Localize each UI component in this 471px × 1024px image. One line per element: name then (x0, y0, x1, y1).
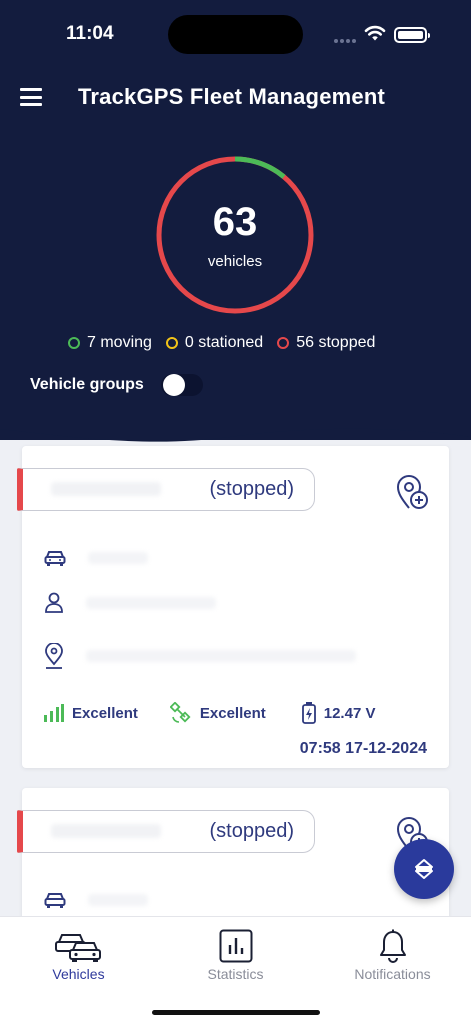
legend-stopped: 56 stopped (277, 334, 375, 352)
dashboard-header: 11:04 TrackGPS Fleet Management 63 vehic… (0, 0, 471, 440)
status-legend: 7 moving 0 stationed 56 stopped (68, 334, 375, 352)
driver-person-icon (45, 592, 63, 613)
vehicle-name-field[interactable]: (stopped) (17, 810, 315, 853)
vehicle-plate-row (44, 891, 148, 909)
address-redacted (86, 650, 356, 662)
voltage-value: 12.47 V (323, 704, 376, 722)
cars-icon (54, 934, 101, 962)
gsm-signal-icon (44, 704, 64, 722)
bottom-tab-bar: Vehicles Statistics Notifications (0, 916, 471, 1024)
sort-arrows-icon (415, 859, 433, 879)
tab-vehicles[interactable]: Vehicles (0, 917, 157, 997)
vehicle-name-field[interactable]: (stopped) (17, 468, 315, 511)
legend-moving-label: 7 moving (87, 334, 152, 351)
location-pin-icon (45, 643, 63, 669)
battery-icon (394, 27, 430, 43)
gsm-signal-value: Excellent (72, 704, 138, 722)
vehicle-card[interactable]: (stopped) (17, 446, 449, 768)
vehicle-name-redacted (51, 824, 161, 838)
moving-dot-icon (68, 337, 80, 349)
legend-stationed-label: 0 stationed (184, 334, 264, 351)
address-row (44, 643, 356, 669)
vehicle-status: (stopped) (209, 820, 295, 842)
add-location-icon[interactable] (395, 474, 431, 512)
gps-signal-value: Excellent (199, 704, 266, 722)
voltage-metric: 12.47 V (301, 702, 376, 724)
home-indicator (152, 1010, 320, 1015)
battery-bolt-icon (301, 702, 316, 724)
vehicle-status: (stopped) (209, 478, 295, 500)
tab-notifications[interactable]: Notifications (314, 917, 471, 997)
tab-notifications-label: Notifications (354, 966, 431, 982)
car-icon (44, 551, 66, 566)
gsm-signal-metric: Excellent (44, 704, 138, 722)
tab-statistics-label: Statistics (207, 966, 264, 982)
wifi-icon (364, 25, 386, 41)
tab-statistics[interactable]: Statistics (157, 917, 314, 997)
driver-redacted (86, 597, 216, 609)
status-time: 11:04 (66, 23, 114, 44)
total-vehicle-count: 63 (212, 200, 258, 244)
car-icon (44, 893, 66, 908)
bar-chart-icon (219, 929, 252, 963)
plate-redacted (88, 552, 148, 564)
last-update-timestamp: 07:58 17-12-2024 (299, 740, 427, 757)
legend-stopped-label: 56 stopped (296, 334, 376, 351)
plate-redacted (88, 894, 148, 906)
vehicle-card[interactable]: (stopped) (17, 788, 449, 928)
stationed-dot-icon (165, 337, 178, 349)
vehicle-name-redacted (51, 482, 161, 496)
gps-signal-metric: Excellent (169, 702, 266, 724)
legend-stationed: 0 stationed (165, 334, 264, 352)
vehicle-groups-toggle[interactable] (161, 374, 203, 396)
status-bar: 11:04 (0, 0, 471, 60)
legend-moving: 7 moving (68, 334, 152, 352)
vehicle-plate-row (44, 549, 148, 567)
stopped-dot-icon (277, 337, 290, 349)
sort-toggle-button[interactable] (394, 839, 454, 899)
bell-icon (379, 929, 406, 963)
total-vehicle-label: vehicles (207, 253, 263, 270)
tab-vehicles-label: Vehicles (52, 966, 105, 982)
cellular-signal-icon (334, 39, 356, 43)
satellite-icon (169, 702, 191, 723)
app-title: TrackGPS Fleet Management (78, 84, 385, 109)
dynamic-island (168, 15, 303, 54)
vehicle-metrics: Excellent Excellent 12.47 V (44, 702, 439, 724)
hamburger-menu-icon[interactable] (20, 88, 42, 106)
vehicle-groups-label: Vehicle groups (30, 376, 144, 393)
driver-row (44, 592, 216, 614)
